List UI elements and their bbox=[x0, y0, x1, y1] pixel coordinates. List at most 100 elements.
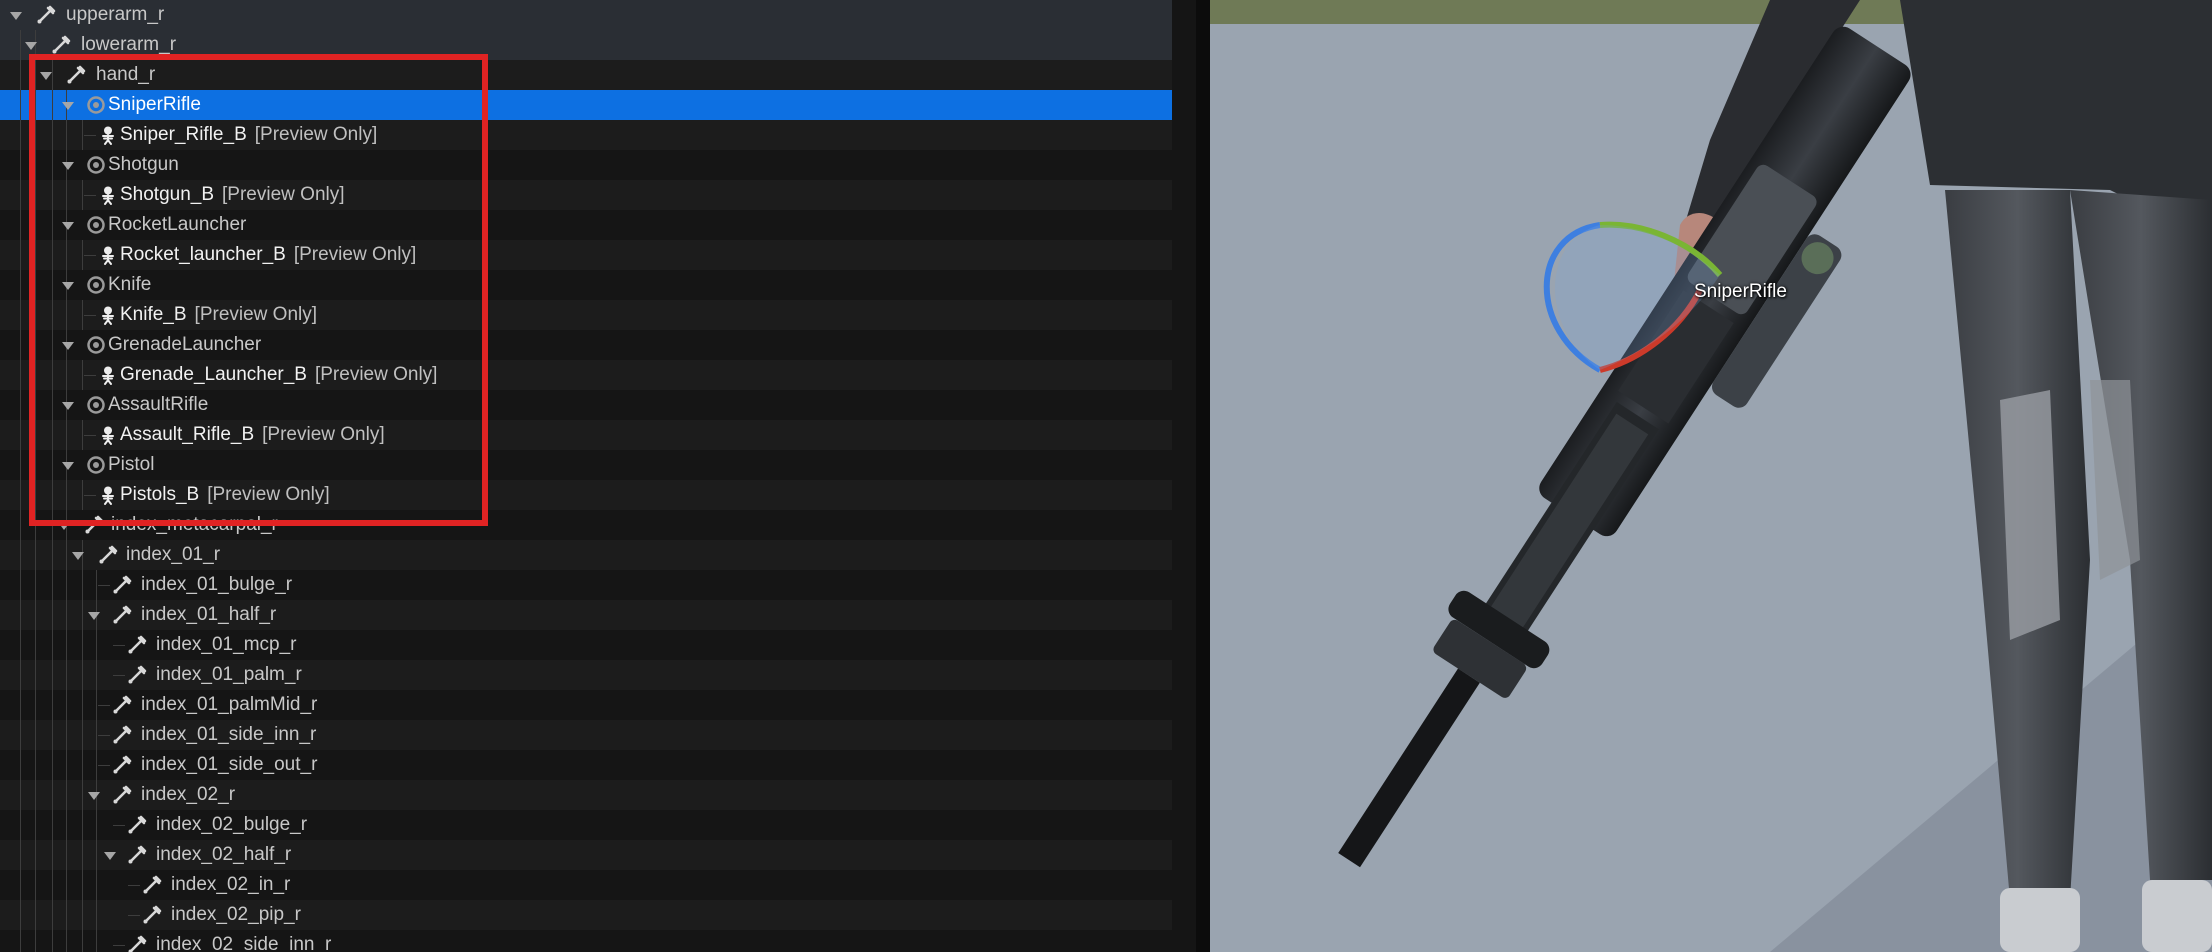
tree-row-index-01-palmmid-r[interactable]: index_01_palmMid_r bbox=[0, 690, 1172, 720]
tree-row-upperarm-r[interactable]: upperarm_r bbox=[0, 0, 1172, 30]
tree-guide-line bbox=[35, 330, 36, 360]
tree-guide-line bbox=[35, 810, 36, 840]
tree-row-grenadelauncher[interactable]: GrenadeLauncher bbox=[0, 330, 1172, 360]
expand-arrow-icon[interactable] bbox=[62, 402, 74, 410]
tree-row-assault-rifle-b[interactable]: Assault_Rifle_B [Preview Only] bbox=[0, 420, 1172, 450]
tree-guide-line bbox=[66, 240, 67, 270]
preview-only-tag: [Preview Only] bbox=[254, 124, 378, 145]
tree-guide-line bbox=[66, 660, 67, 690]
tree-row-index-metacarpal-r[interactable]: index_metacarpal_r bbox=[0, 510, 1172, 540]
tree-guide-line bbox=[96, 630, 97, 660]
skeletal-mesh-icon bbox=[98, 485, 118, 505]
tree-row-index-02-side-inn-r[interactable]: index_02_side_inn_r bbox=[0, 930, 1172, 952]
tree-row-index-01-r[interactable]: index_01_r bbox=[0, 540, 1172, 570]
tree-guide-line bbox=[96, 900, 97, 930]
expand-arrow-icon[interactable] bbox=[62, 102, 74, 110]
tree-row-rocket-launcher-b[interactable]: Rocket_launcher_B [Preview Only] bbox=[0, 240, 1172, 270]
expand-arrow-icon[interactable] bbox=[62, 222, 74, 230]
tree-guide-line bbox=[52, 600, 53, 630]
tree-guide-line bbox=[35, 660, 36, 690]
expand-arrow-icon[interactable] bbox=[58, 522, 70, 530]
expand-arrow-icon[interactable] bbox=[72, 552, 84, 560]
tree-guide-line bbox=[20, 690, 21, 720]
tree-row-hand-r[interactable]: hand_r bbox=[0, 60, 1172, 90]
tree-row-label: index_02_half_r bbox=[156, 840, 291, 870]
skeleton-tree-panel[interactable]: upperarm_r lowerarm_r hand_r SniperRifle Sni… bbox=[0, 0, 1172, 952]
expand-arrow-icon[interactable] bbox=[62, 282, 74, 290]
tree-row-label: index_01_palmMid_r bbox=[141, 690, 317, 720]
tree-item-name: index_02_pip_r bbox=[171, 904, 301, 925]
tree-guide-line bbox=[52, 690, 53, 720]
bone-icon bbox=[112, 785, 132, 805]
tree-row-index-01-side-out-r[interactable]: index_01_side_out_r bbox=[0, 750, 1172, 780]
tree-guide-line bbox=[35, 870, 36, 900]
tree-guide-line bbox=[35, 540, 36, 570]
tree-elbow-line bbox=[84, 375, 96, 376]
tree-guide-line bbox=[82, 840, 83, 870]
tree-guide-line bbox=[52, 630, 53, 660]
tree-guide-line bbox=[66, 300, 67, 330]
tree-row-index-02-bulge-r[interactable]: index_02_bulge_r bbox=[0, 810, 1172, 840]
tree-guide-line bbox=[35, 300, 36, 330]
tree-row-index-01-half-r[interactable]: index_01_half_r bbox=[0, 600, 1172, 630]
tree-row-index-02-half-r[interactable]: index_02_half_r bbox=[0, 840, 1172, 870]
tree-row-pistols-b[interactable]: Pistols_B [Preview Only] bbox=[0, 480, 1172, 510]
tree-guide-line bbox=[82, 360, 83, 390]
tree-guide-line bbox=[66, 480, 67, 510]
tree-guide-line bbox=[35, 270, 36, 300]
expand-arrow-icon[interactable] bbox=[25, 42, 37, 50]
skeleton-editor: upperarm_r lowerarm_r hand_r SniperRifle Sni… bbox=[0, 0, 2212, 952]
expand-arrow-icon[interactable] bbox=[88, 612, 100, 620]
tree-row-index-02-in-r[interactable]: index_02_in_r bbox=[0, 870, 1172, 900]
tree-guide-line bbox=[52, 570, 53, 600]
tree-row-shotgun-b[interactable]: Shotgun_B [Preview Only] bbox=[0, 180, 1172, 210]
tree-guide-line bbox=[20, 720, 21, 750]
panel-splitter[interactable] bbox=[1196, 0, 1210, 952]
tree-item-name: index_01_palmMid_r bbox=[141, 694, 318, 715]
tree-guide-line bbox=[20, 60, 21, 90]
tree-row-index-01-bulge-r[interactable]: index_01_bulge_r bbox=[0, 570, 1172, 600]
tree-row-lowerarm-r[interactable]: lowerarm_r bbox=[0, 30, 1172, 60]
tree-row-sniperrifle[interactable]: SniperRifle bbox=[0, 90, 1172, 120]
tree-item-name: Shotgun_B bbox=[120, 184, 215, 205]
tree-row-index-02-r[interactable]: index_02_r bbox=[0, 780, 1172, 810]
tree-guide-line bbox=[20, 540, 21, 570]
tree-row-label: Knife_B [Preview Only] bbox=[120, 300, 317, 330]
tree-row-index-01-side-inn-r[interactable]: index_01_side_inn_r bbox=[0, 720, 1172, 750]
tree-row-pistol[interactable]: Pistol bbox=[0, 450, 1172, 480]
tree-guide-line bbox=[20, 240, 21, 270]
tree-row-knife-b[interactable]: Knife_B [Preview Only] bbox=[0, 300, 1172, 330]
expand-arrow-icon[interactable] bbox=[104, 852, 116, 860]
tree-row-grenade-launcher-b[interactable]: Grenade_Launcher_B [Preview Only] bbox=[0, 360, 1172, 390]
tree-row-shotgun[interactable]: Shotgun bbox=[0, 150, 1172, 180]
tree-guide-line bbox=[96, 660, 97, 690]
tree-guide-line bbox=[82, 690, 83, 720]
tree-guide-line bbox=[82, 120, 83, 150]
expand-arrow-icon[interactable] bbox=[40, 72, 52, 80]
tree-guide-line bbox=[52, 660, 53, 690]
tree-guide-line bbox=[20, 510, 21, 540]
expand-arrow-icon[interactable] bbox=[62, 162, 74, 170]
tree-row-assaultrifle[interactable]: AssaultRifle bbox=[0, 390, 1172, 420]
tree-row-rocketlauncher[interactable]: RocketLauncher bbox=[0, 210, 1172, 240]
bone-icon bbox=[142, 905, 162, 925]
tree-row-index-02-pip-r[interactable]: index_02_pip_r bbox=[0, 900, 1172, 930]
expand-arrow-icon[interactable] bbox=[62, 462, 74, 470]
tree-guide-line bbox=[52, 510, 53, 540]
tree-elbow-line bbox=[98, 705, 110, 706]
tree-row-index-01-palm-r[interactable]: index_01_palm_r bbox=[0, 660, 1172, 690]
tree-row-sniper-rifle-b[interactable]: Sniper_Rifle_B [Preview Only] bbox=[0, 120, 1172, 150]
tree-guide-line bbox=[52, 930, 53, 952]
tree-guide-line bbox=[35, 420, 36, 450]
expand-arrow-icon[interactable] bbox=[62, 342, 74, 350]
tree-guide-line bbox=[35, 240, 36, 270]
tree-guide-line bbox=[96, 930, 97, 952]
preview-viewport[interactable]: SniperRifle bbox=[1210, 0, 2212, 952]
tree-guide-line bbox=[52, 240, 53, 270]
tree-row-knife[interactable]: Knife bbox=[0, 270, 1172, 300]
tree-row-index-01-mcp-r[interactable]: index_01_mcp_r bbox=[0, 630, 1172, 660]
tree-guide-line bbox=[20, 780, 21, 810]
tree-guide-line bbox=[52, 120, 53, 150]
expand-arrow-icon[interactable] bbox=[10, 12, 22, 20]
expand-arrow-icon[interactable] bbox=[88, 792, 100, 800]
